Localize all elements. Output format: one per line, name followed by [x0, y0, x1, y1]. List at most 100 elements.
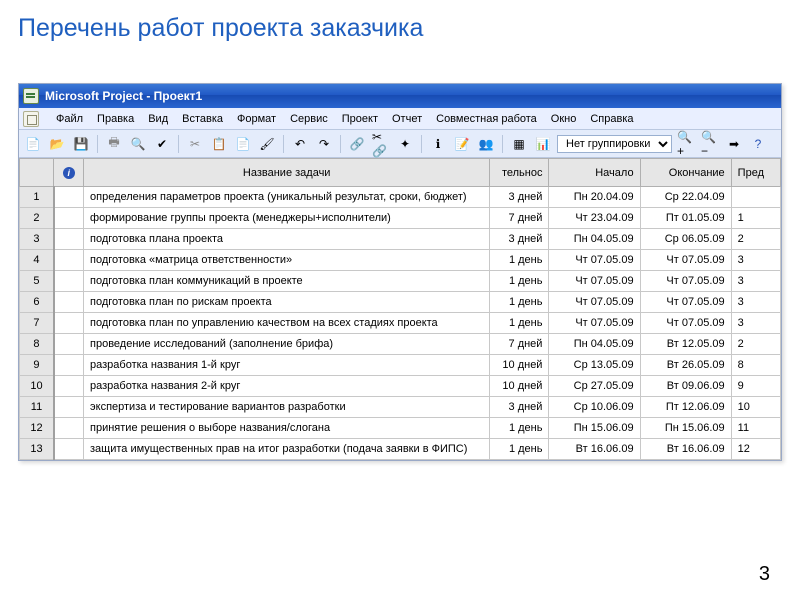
header-name[interactable]: Название задачи: [84, 159, 490, 187]
split-task-icon[interactable]: ✦: [395, 134, 415, 154]
format-painter-icon[interactable]: 🖌: [257, 134, 277, 154]
cell-duration[interactable]: 1 день: [490, 271, 549, 292]
row-number[interactable]: 13: [20, 439, 54, 460]
cell-predecessor[interactable]: 3: [731, 292, 780, 313]
cell-predecessor[interactable]: 3: [731, 271, 780, 292]
cell-task-name[interactable]: формирование группы проекта (менеджеры+и…: [84, 208, 490, 229]
cell-duration[interactable]: 1 день: [490, 250, 549, 271]
cell-predecessor[interactable]: 2: [731, 229, 780, 250]
cell-task-name[interactable]: подготовка плана проекта: [84, 229, 490, 250]
cell-task-name[interactable]: защита имущественных прав на итог разраб…: [84, 439, 490, 460]
cell-duration[interactable]: 10 дней: [490, 355, 549, 376]
header-rownum[interactable]: [20, 159, 54, 187]
header-start[interactable]: Начало: [549, 159, 640, 187]
cell-predecessor[interactable]: 2: [731, 334, 780, 355]
cell-end[interactable]: Вт 09.06.09: [640, 376, 731, 397]
cell-start[interactable]: Пн 04.05.09: [549, 229, 640, 250]
cell-predecessor[interactable]: 10: [731, 397, 780, 418]
cell-task-name[interactable]: определения параметров проекта (уникальн…: [84, 187, 490, 208]
task-notes-icon[interactable]: 📝: [452, 134, 472, 154]
header-duration[interactable]: тельнос: [490, 159, 549, 187]
open-icon[interactable]: 📂: [47, 134, 67, 154]
cell-start[interactable]: Ср 27.05.09: [549, 376, 640, 397]
table-row[interactable]: 2 формирование группы проекта (менеджеры+…: [20, 208, 781, 229]
menu-help[interactable]: Справка: [583, 111, 640, 127]
undo-icon[interactable]: ↶: [290, 134, 310, 154]
cell-task-name[interactable]: подготовка план по управлению качеством …: [84, 313, 490, 334]
cell-info[interactable]: [54, 250, 84, 271]
cell-predecessor[interactable]: 9: [731, 376, 780, 397]
row-number[interactable]: 6: [20, 292, 54, 313]
row-number[interactable]: 1: [20, 187, 54, 208]
cell-start[interactable]: Пн 04.05.09: [549, 334, 640, 355]
menu-file[interactable]: Файл: [49, 111, 90, 127]
cell-info[interactable]: [54, 397, 84, 418]
row-number[interactable]: 8: [20, 334, 54, 355]
menu-view[interactable]: Вид: [141, 111, 175, 127]
cell-info[interactable]: [54, 271, 84, 292]
help-icon[interactable]: ?: [748, 134, 768, 154]
table-row[interactable]: 6подготовка план по рискам проекта1 день…: [20, 292, 781, 313]
cell-start[interactable]: Вт 16.06.09: [549, 439, 640, 460]
print-preview-icon[interactable]: 🔍: [128, 134, 148, 154]
cell-predecessor[interactable]: 11: [731, 418, 780, 439]
cell-start[interactable]: Ср 13.05.09: [549, 355, 640, 376]
cell-info[interactable]: [54, 418, 84, 439]
save-icon[interactable]: 💾: [71, 134, 91, 154]
menu-window[interactable]: Окно: [544, 111, 584, 127]
table-row[interactable]: 3подготовка плана проекта3 днейПн 04.05.…: [20, 229, 781, 250]
cut-icon[interactable]: ✂: [185, 134, 205, 154]
row-number[interactable]: 2: [20, 208, 54, 229]
cell-start[interactable]: Пн 20.04.09: [549, 187, 640, 208]
assign-resources-icon[interactable]: 👥: [476, 134, 496, 154]
menu-tools[interactable]: Сервис: [283, 111, 335, 127]
unlink-icon[interactable]: ✂🔗: [371, 134, 391, 154]
cell-predecessor[interactable]: [731, 187, 780, 208]
table-row[interactable]: 5 подготовка план коммуникаций в проекте1…: [20, 271, 781, 292]
row-number[interactable]: 7: [20, 313, 54, 334]
cell-task-name[interactable]: принятие решения о выборе названия/слога…: [84, 418, 490, 439]
cell-info[interactable]: [54, 334, 84, 355]
zoom-in-icon[interactable]: 🔍+: [676, 134, 696, 154]
cell-start[interactable]: Ср 10.06.09: [549, 397, 640, 418]
cell-start[interactable]: Пн 15.06.09: [549, 418, 640, 439]
cell-task-name[interactable]: подготовка план коммуникаций в проекте: [84, 271, 490, 292]
redo-icon[interactable]: ↷: [314, 134, 334, 154]
menu-insert[interactable]: Вставка: [175, 111, 230, 127]
row-number[interactable]: 3: [20, 229, 54, 250]
cell-info[interactable]: [54, 313, 84, 334]
grouping-select[interactable]: Нет группировки: [557, 135, 672, 153]
row-number[interactable]: 9: [20, 355, 54, 376]
cell-duration[interactable]: 3 дней: [490, 187, 549, 208]
menu-edit[interactable]: Правка: [90, 111, 141, 127]
cell-task-name[interactable]: подготовка план по рискам проекта: [84, 292, 490, 313]
table-row[interactable]: 11экспертиза и тестирование вариантов ра…: [20, 397, 781, 418]
cell-predecessor[interactable]: 8: [731, 355, 780, 376]
menu-project[interactable]: Проект: [335, 111, 385, 127]
table-row[interactable]: 13 защита имущественных прав на итог разр…: [20, 439, 781, 460]
menu-report[interactable]: Отчет: [385, 111, 429, 127]
cell-task-name[interactable]: разработка названия 2-й круг: [84, 376, 490, 397]
row-number[interactable]: 11: [20, 397, 54, 418]
cell-start[interactable]: Чт 07.05.09: [549, 271, 640, 292]
cell-duration[interactable]: 3 дней: [490, 397, 549, 418]
table-row[interactable]: 12 принятие решения о выборе названия/сло…: [20, 418, 781, 439]
cell-duration[interactable]: 1 день: [490, 418, 549, 439]
row-number[interactable]: 12: [20, 418, 54, 439]
spellcheck-icon[interactable]: ✔: [152, 134, 172, 154]
cell-info[interactable]: [54, 292, 84, 313]
menu-format[interactable]: Формат: [230, 111, 283, 127]
row-number[interactable]: 10: [20, 376, 54, 397]
cell-duration[interactable]: 1 день: [490, 439, 549, 460]
table-row[interactable]: 8проведение исследований (заполнение бри…: [20, 334, 781, 355]
cell-task-name[interactable]: подготовка «матрица ответственности»: [84, 250, 490, 271]
paste-icon[interactable]: 📄: [233, 134, 253, 154]
row-number[interactable]: 5: [20, 271, 54, 292]
table-row[interactable]: 4подготовка «матрица ответственности»1 д…: [20, 250, 781, 271]
cell-duration[interactable]: 7 дней: [490, 334, 549, 355]
goto-task-icon[interactable]: ➡: [724, 134, 744, 154]
cell-end[interactable]: Чт 07.05.09: [640, 271, 731, 292]
cell-end[interactable]: Чт 07.05.09: [640, 250, 731, 271]
cell-end[interactable]: Пн 15.06.09: [640, 418, 731, 439]
cell-start[interactable]: Чт 23.04.09: [549, 208, 640, 229]
